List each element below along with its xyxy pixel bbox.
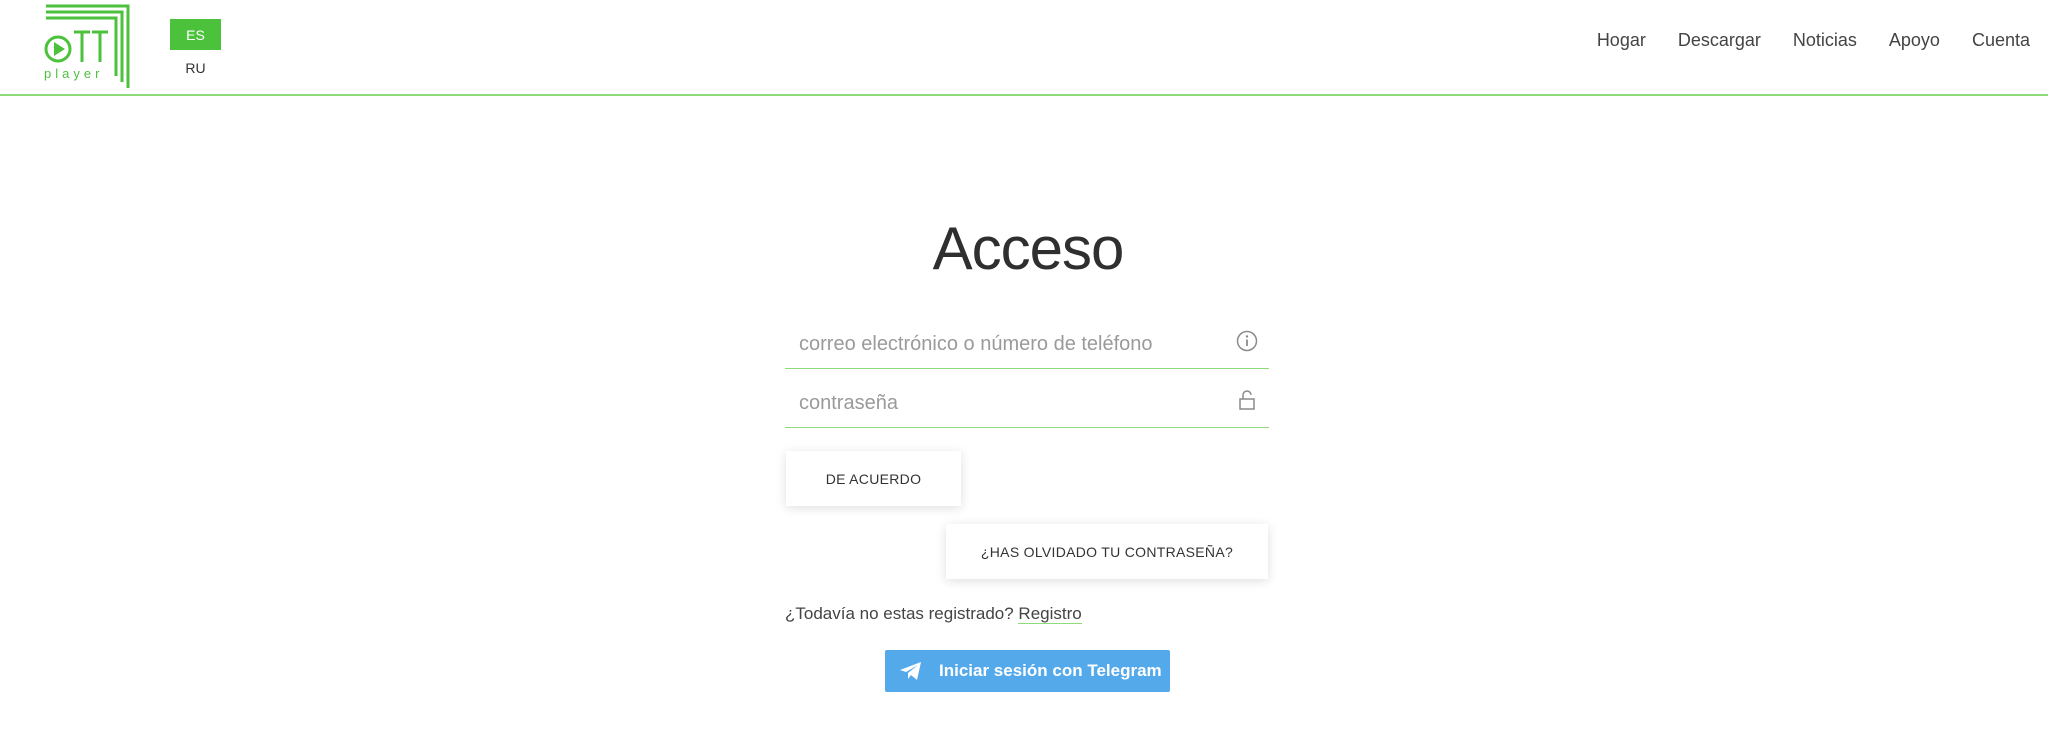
submit-button[interactable]: DE ACUERDO [786,451,961,506]
password-input[interactable] [785,372,1225,427]
unlock-icon[interactable] [1235,388,1259,412]
register-prompt: ¿Todavía no estas registrado? Registro [785,604,1082,624]
info-icon[interactable] [1235,329,1259,353]
language-es-button[interactable]: ES [170,19,221,50]
telegram-button-label: Iniciar sesión con Telegram [939,661,1162,680]
logo-subtext: player [44,66,104,81]
email-field-container [785,313,1269,369]
nav-item-noticias[interactable]: Noticias [1793,30,1857,51]
telegram-login-button[interactable]: Iniciar sesión con Telegram [885,650,1170,692]
nav-item-cuenta[interactable]: Cuenta [1972,30,2030,51]
nav-item-descargar[interactable]: Descargar [1678,30,1761,51]
register-prompt-text: ¿Todavía no estas registrado? [785,604,1014,623]
ott-player-logo[interactable]: player [38,2,134,90]
register-link[interactable]: Registro [1018,604,1082,624]
language-ru-button[interactable]: RU [170,54,221,82]
telegram-icon [899,661,923,681]
nav-item-apoyo[interactable]: Apoyo [1889,30,1940,51]
password-field-container [785,372,1269,428]
page-title: Acceso [932,215,1125,282]
email-input[interactable] [785,313,1225,368]
nav-item-hogar[interactable]: Hogar [1597,30,1646,51]
forgot-password-button[interactable]: ¿HAS OLVIDADO TU CONTRASEÑA? [946,524,1268,579]
site-header: player ES RU Hogar Descargar Noticias Ap… [0,0,2048,96]
main-nav: Hogar Descargar Noticias Apoyo Cuenta [1597,30,2030,51]
